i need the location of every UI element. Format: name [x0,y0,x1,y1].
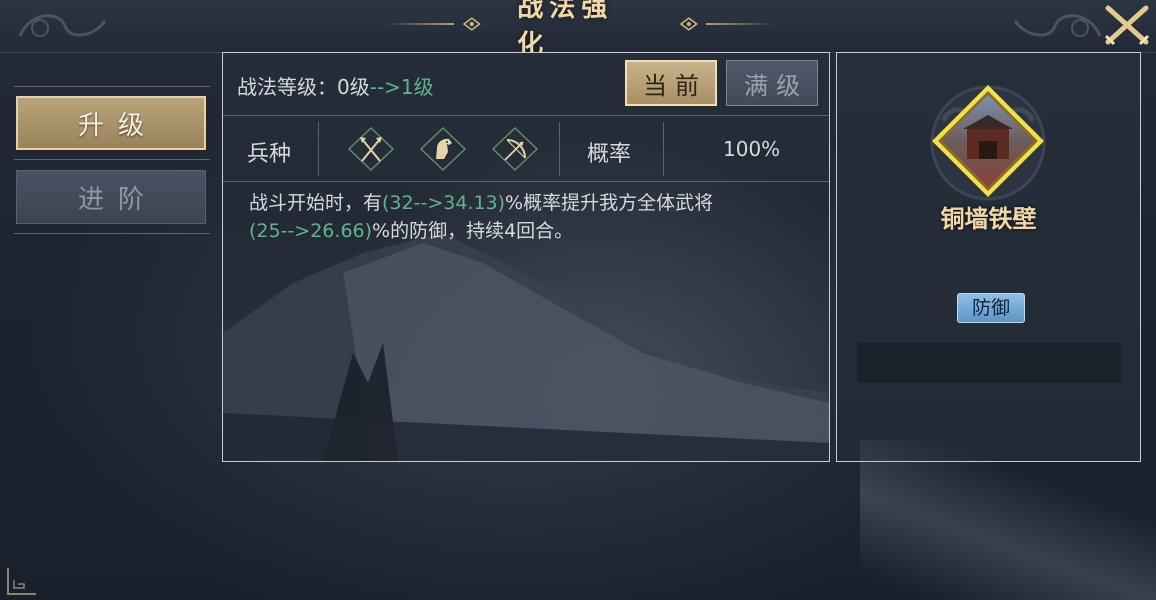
skill-summary-panel: 铜墙铁壁 防御 [836,52,1141,462]
menu-divider [14,86,210,87]
horse-icon[interactable] [419,126,467,172]
diamond-ornament-icon [679,17,698,31]
level-label: 战法等级：0级 [237,75,370,99]
advance-button[interactable]: 进阶 [16,170,206,224]
desc-text: %的防御，持续4回合。 [372,220,574,242]
corner-ornament-icon [7,568,36,595]
mountain-background-image [223,233,829,461]
title-line-right [706,23,776,25]
probability-value: 100% [723,137,781,161]
troop-type-label: 兵种 [247,142,292,167]
skill-enhance-screen: 战法强化 升级 进阶 战法等级：0级-->1级 当前 满级 兵种 概率 100%… [0,0,1156,600]
menu-divider [14,159,210,160]
skill-name: 铜墙铁壁 [940,205,1037,233]
cloud-ornament-icon [1013,14,1102,37]
skill-type-badge: 防御 [957,293,1025,323]
desc-value-defense: (25-->26.66) [249,220,373,242]
column-divider [559,122,560,176]
halberd-icon[interactable] [347,126,395,172]
skill-detail-panel: 战法等级：0级-->1级 当前 满级 兵种 概率 100% 战斗开始时，有(32… [222,52,830,462]
info-row: 兵种 概率 100% [223,116,829,182]
title-line-left [385,23,454,25]
cloud-ornament-icon [18,14,107,37]
title-wrap: 战法强化 [385,0,776,60]
bow-icon[interactable] [491,126,539,172]
skill-description: 战斗开始时，有(32-->34.13)%概率提升我方全体武将 (25-->26.6… [249,189,809,245]
skill-level-text: 战法等级：0级-->1级 [237,71,434,100]
level-target: -->1级 [369,75,434,99]
desc-text: %概率提升我方全体武将 [505,192,714,214]
desc-text: 战斗开始时，有 [249,192,383,214]
menu-divider [14,233,210,234]
column-divider [663,122,664,176]
empty-slot-bar [857,343,1121,383]
light-streak-decor [860,440,1156,600]
diamond-ornament-icon [462,17,481,31]
upgrade-button[interactable]: 升级 [16,96,206,150]
column-divider [318,122,319,176]
tab-max-level[interactable]: 满级 [726,60,818,106]
tab-current[interactable]: 当前 [625,60,717,106]
level-row: 战法等级：0级-->1级 当前 满级 [223,53,829,116]
desc-value-chance: (32-->34.13) [382,192,506,214]
probability-label: 概率 [587,142,632,167]
close-icon[interactable] [1100,2,1154,48]
top-bar: 战法强化 [0,0,1156,60]
